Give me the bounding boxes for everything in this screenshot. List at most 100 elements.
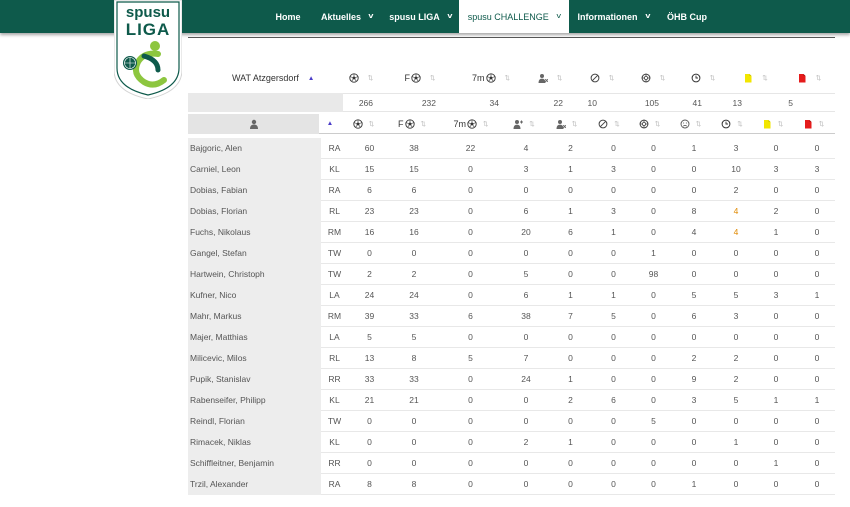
sort-icon[interactable]: ⇅ [737,120,742,128]
table-row[interactable]: Mahr, Markus RM 39 33 6 38 7 5 0 6 3 0 0 [188,305,835,327]
sort-icon[interactable]: ⇅ [778,120,783,128]
table-row[interactable]: Fuchs, Nikolaus RM 16 16 0 20 6 1 0 4 4 1 0 [188,221,835,243]
sort-icon[interactable]: ⇅ [655,120,660,128]
player-name[interactable]: Reindl, Florian [188,410,321,432]
table-row[interactable]: Hartwein, Christoph TW 2 2 0 5 0 0 98 0 0 0 0 [188,263,835,285]
sort-icon[interactable]: ⇅ [369,120,374,128]
player-column-header[interactable] [188,113,319,134]
team-header-field-goals[interactable]: F ⇅ [382,73,458,83]
table-row[interactable]: Carniel, Leon KL 15 15 0 3 1 3 0 0 10 3 3 [188,158,835,180]
stat-cell: 0 [651,164,656,174]
player-header-col-0[interactable]: ⇅ [341,118,386,129]
team-header-red[interactable]: ⇅ [783,73,835,83]
stat-cell: 0 [691,416,697,426]
stat-cell: 0 [773,332,779,342]
sort-icon[interactable]: ⇅ [421,120,426,128]
sort-icon[interactable]: ⇅ [696,120,701,128]
table-row[interactable]: Rimacek, Niklas KL 0 0 0 2 1 0 0 0 1 0 0 [188,431,835,453]
sort-asc-icon[interactable]: ▲ [327,120,333,127]
player-name[interactable]: Mahr, Markus [188,305,321,327]
stat-cell: 6 [367,185,372,195]
player-header-col-8[interactable]: ⇅ [711,119,753,129]
table-row[interactable]: Schiffleitner, Benjamin RR 0 0 0 0 0 0 0 0 0 1 0 [188,452,835,474]
team-header-goals[interactable]: ⇅ [340,73,382,83]
team-name-header[interactable]: WAT Atzgersdorf ▲ [188,73,340,83]
sort-icon[interactable]: ⇅ [483,120,488,128]
player-name[interactable]: Dobias, Florian [188,200,321,222]
stat-cell: 0 [773,437,779,447]
sort-icon[interactable]: ⇅ [430,74,435,82]
stat-cell: 5 [733,395,739,405]
team-header-red-cards[interactable]: ⇅ [576,73,628,83]
player-name[interactable]: Gangel, Stefan [188,242,321,264]
table-row[interactable]: Majer, Matthias LA 5 5 0 0 0 0 0 0 0 0 0 [188,326,835,348]
nav-item-informationen[interactable]: Informationen v [569,0,658,33]
nav-item-home[interactable]: Home [264,0,312,33]
player-name[interactable]: Milicevic, Milos [188,347,321,369]
team-header-two-min[interactable]: ⇅ [678,73,728,83]
player-name[interactable]: Bajgoric, Alen [188,137,321,159]
player-header-col-2[interactable]: 7m ⇅ [438,119,504,129]
table-row[interactable]: Pupik, Stanislav RR 33 33 0 24 1 0 0 9 2 0 0 [188,368,835,390]
player-name[interactable]: Rabenseifer, Philipp [188,389,321,411]
sort-icon[interactable]: ⇅ [557,74,562,82]
table-row[interactable]: Reindl, Florian TW 0 0 0 0 0 0 5 0 0 0 0 [188,410,835,432]
sort-icon[interactable]: ⇅ [505,74,510,82]
team-header-seven-m[interactable]: 7m ⇅ [458,73,524,83]
table-row[interactable]: Dobias, Florian RL 23 23 0 6 1 3 0 8 4 2 0 [188,200,835,222]
sort-icon[interactable]: ⇅ [762,74,767,82]
player-name[interactable]: Fuchs, Nikolaus [188,221,321,243]
crosshair-icon [639,119,649,129]
player-header-col-4[interactable]: ⇅ [544,119,589,129]
nav-item-aktuelles[interactable]: Aktuelles v [312,0,382,33]
stat-cell: 8 [411,353,417,363]
table-row[interactable]: Gangel, Stefan TW 0 0 0 0 0 0 1 0 0 0 0 [188,242,835,264]
player-name[interactable]: Pupik, Stanislav [188,368,321,390]
player-name[interactable]: Rimacek, Niklas [188,431,321,453]
chevron-down-icon: v [556,13,561,20]
team-header-yellow[interactable]: ⇅ [728,73,783,83]
sort-icon[interactable]: ⇅ [609,74,614,82]
team-total-yellow: 13 [732,97,742,108]
table-row[interactable]: Trzil, Alexander RA 8 8 0 0 0 0 0 1 0 0 0 [188,473,835,495]
sort-icon[interactable]: ⇅ [819,120,824,128]
nav-item-spusu-liga[interactable]: spusu LIGA v [382,0,459,33]
sort-icon[interactable]: ⇅ [710,74,715,82]
spusu-liga-logo[interactable]: spusu LIGA [114,0,182,99]
sort-asc-icon[interactable]: ▲ [308,75,314,82]
team-header-exclusions[interactable]: ⇅ [524,73,576,83]
table-row[interactable]: Bajgoric, Alen RA 60 38 22 4 2 0 0 1 3 0 0 [188,137,835,159]
player-name[interactable]: Dobias, Fabian [188,179,321,201]
player-name[interactable]: Trzil, Alexander [188,473,321,495]
team-header-saves[interactable]: ⇅ [628,73,678,83]
player-header-col-5[interactable]: ⇅ [589,119,629,129]
player-name[interactable]: Majer, Matthias [188,326,321,348]
player-name[interactable]: Kufner, Nico [188,284,321,306]
table-row[interactable]: Milicevic, Milos RL 13 8 5 7 0 0 0 2 2 0 0 [188,347,835,369]
sort-icon[interactable]: ⇅ [368,74,373,82]
player-header-col-9[interactable]: ⇅ [753,119,792,129]
player-header-col-10[interactable]: ⇅ [792,119,835,129]
yellow-card-icon [762,119,772,129]
player-header-col-7[interactable]: ⇅ [670,119,711,129]
table-row[interactable]: Dobias, Fabian RA 6 6 0 0 0 0 0 0 2 0 0 [188,179,835,201]
sort-icon[interactable]: ⇅ [816,74,821,82]
sort-icon[interactable]: ⇅ [572,120,577,128]
player-header-col-6[interactable]: ⇅ [629,119,670,129]
sort-icon[interactable]: ⇅ [614,120,619,128]
player-name[interactable]: Carniel, Leon [188,158,321,180]
player-position: RA [328,185,341,195]
player-name[interactable]: Schiffleitner, Benjamin [188,452,321,474]
player-header-col-1[interactable]: F ⇅ [386,119,438,129]
nav-item-spusu-challenge[interactable]: spusu CHALLENGE v [459,0,569,33]
player-name[interactable]: Hartwein, Christoph [188,263,321,285]
table-row[interactable]: Kufner, Nico LA 24 24 0 6 1 1 0 5 5 3 1 [188,284,835,306]
table-row[interactable]: Rabenseifer, Philipp KL 21 21 0 0 2 6 0 3 5 1 1 [188,389,835,411]
player-header-col-3[interactable]: ⇅ [504,119,544,129]
stat-cell: 0 [691,458,697,468]
sort-icon[interactable]: ⇅ [529,120,534,128]
stat-cell: 0 [468,479,473,489]
nav-item--hb-cup[interactable]: ÖHB Cup [658,0,716,33]
position-column-header[interactable]: ▲ [319,114,341,134]
sort-icon[interactable]: ⇅ [660,74,665,82]
